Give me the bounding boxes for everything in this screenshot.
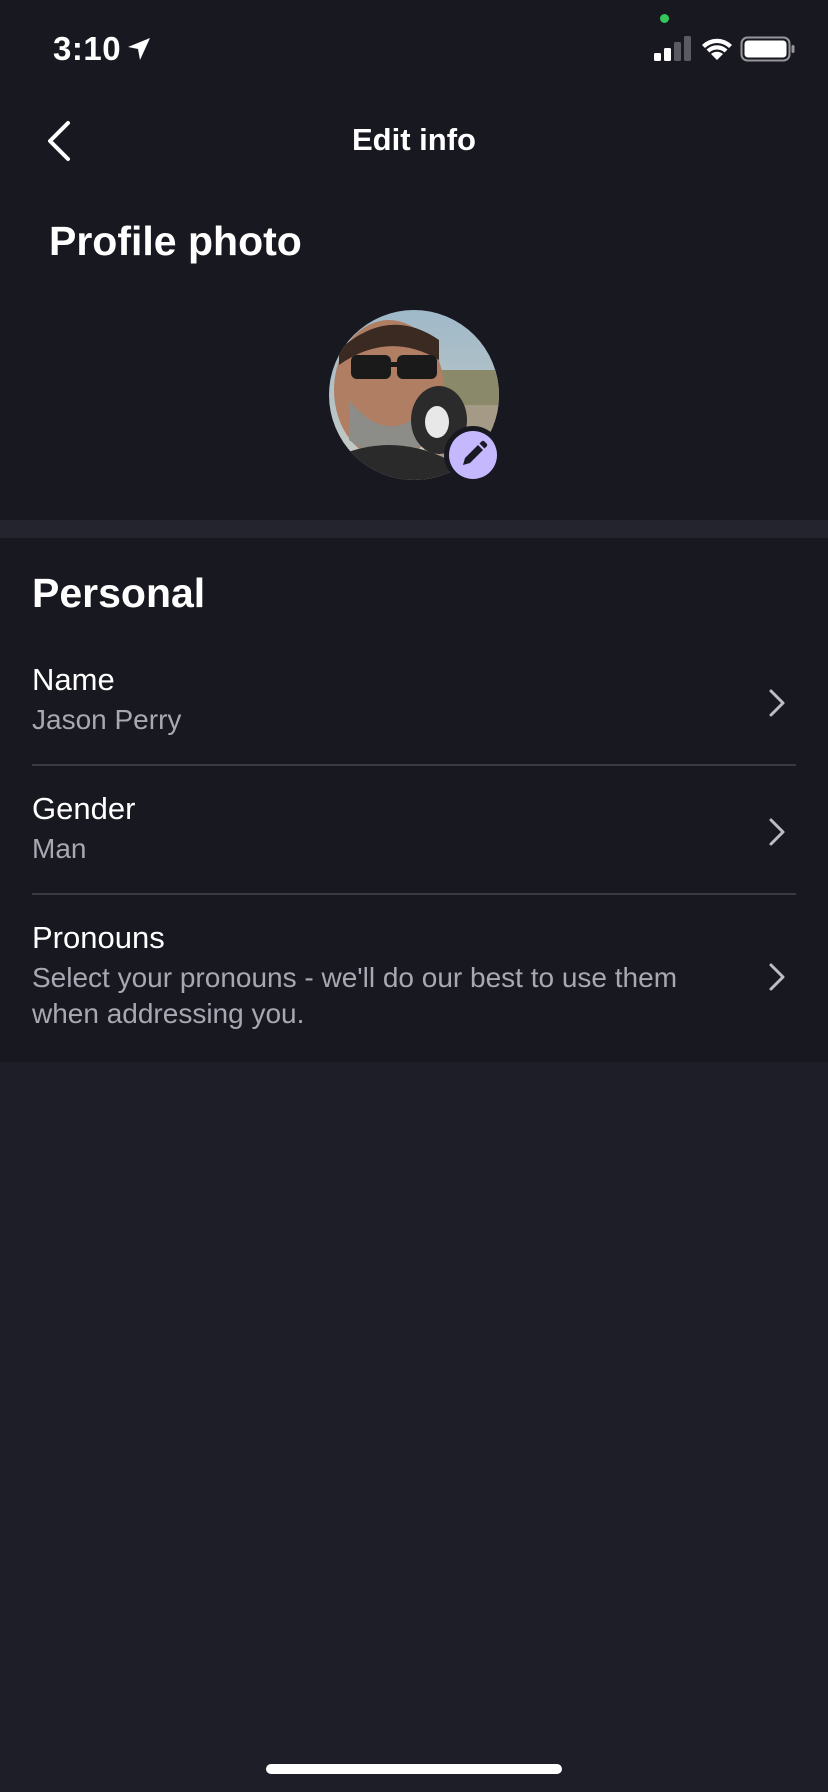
page-title: Edit info (352, 122, 476, 157)
edit-photo-badge (449, 431, 497, 479)
pronouns-row[interactable]: Pronouns Select your pronouns - we'll do… (32, 920, 796, 1040)
cellular-signal-icon (654, 36, 691, 61)
wifi-icon (702, 38, 732, 60)
home-indicator[interactable] (266, 1764, 562, 1774)
chevron-right-icon (769, 818, 785, 846)
chevron-right-icon (769, 689, 785, 717)
chevron-right-icon (769, 963, 785, 991)
pronouns-value: Select your pronouns - we'll do our best… (32, 962, 678, 1029)
section-divider (0, 520, 828, 538)
name-value: Jason Perry (32, 704, 182, 735)
gender-label: Gender (32, 791, 136, 826)
name-row[interactable]: Name Jason Perry (32, 662, 796, 762)
personal-heading: Personal (32, 570, 206, 616)
gender-row[interactable]: Gender Man (32, 791, 796, 891)
gender-value: Man (32, 833, 87, 864)
name-label: Name (32, 662, 115, 697)
privacy-indicator-dot (660, 14, 669, 23)
profile-photo-heading: Profile photo (49, 218, 302, 264)
location-arrow-icon (128, 38, 150, 60)
status-time: 3:10 (53, 30, 122, 67)
row-separator (32, 893, 796, 895)
status-bar: 3:10 (0, 0, 828, 100)
edit-photo-button[interactable] (444, 426, 502, 484)
battery-icon (740, 36, 795, 62)
pencil-icon (463, 440, 488, 465)
row-separator (32, 764, 796, 766)
pronouns-label: Pronouns (32, 920, 165, 955)
